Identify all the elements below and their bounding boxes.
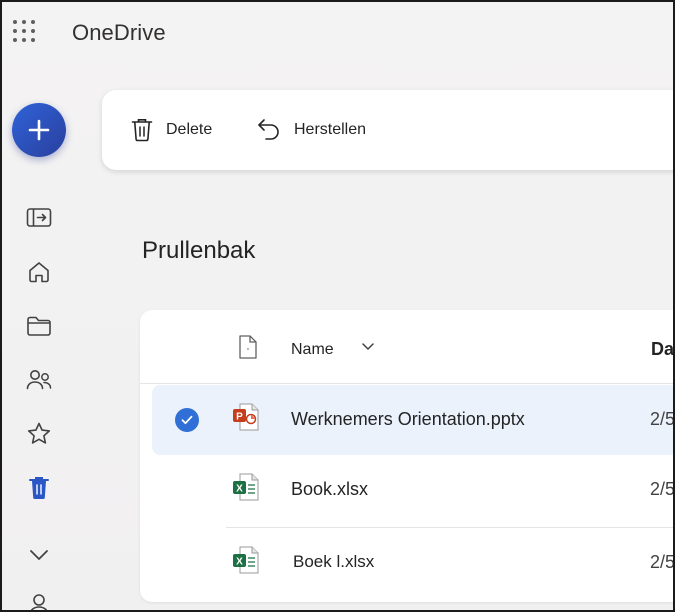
command-bar: Delete Herstellen bbox=[102, 90, 673, 170]
powerpoint-icon: P bbox=[232, 402, 260, 432]
chevron-down-icon[interactable] bbox=[24, 540, 54, 570]
file-name[interactable]: Book.xlsx bbox=[291, 479, 368, 500]
folder-icon[interactable] bbox=[24, 311, 54, 341]
checkmark-icon[interactable] bbox=[175, 408, 199, 432]
app-title[interactable]: OneDrive bbox=[72, 20, 166, 46]
date-column-header[interactable]: Da bbox=[651, 339, 673, 360]
file-name[interactable]: Werknemers Orientation.pptx bbox=[291, 409, 525, 430]
file-date: 2/5 bbox=[650, 552, 673, 572]
page-title: Prullenbak bbox=[142, 237, 256, 264]
favorites-star-icon[interactable] bbox=[24, 419, 54, 449]
trash-icon bbox=[131, 119, 153, 142]
list-header: Name Da bbox=[140, 310, 673, 384]
name-column-header[interactable]: Name bbox=[291, 341, 334, 359]
restore-button[interactable]: Herstellen bbox=[256, 90, 366, 170]
svg-text:P: P bbox=[236, 412, 243, 423]
account-person-icon[interactable] bbox=[24, 590, 54, 610]
delete-button[interactable]: Delete bbox=[130, 90, 212, 170]
delete-label: Delete bbox=[166, 121, 213, 138]
file-list: Name Da P Werknemers Orientation.pptx 2/… bbox=[140, 310, 673, 602]
file-type-column-icon[interactable] bbox=[238, 334, 258, 365]
svg-text:X: X bbox=[236, 557, 243, 568]
svg-text:X: X bbox=[236, 484, 243, 495]
excel-icon: X bbox=[232, 472, 260, 502]
app-window: OneDrive Delete Herstellen Prullenbak Na… bbox=[2, 2, 673, 610]
file-name[interactable]: Boek l.xlsx bbox=[293, 552, 374, 572]
table-row[interactable]: X Boek l.xlsx 2/5 bbox=[152, 528, 673, 598]
table-row[interactable]: X Book.xlsx 2/5 bbox=[152, 455, 673, 525]
plus-icon bbox=[28, 119, 50, 141]
restore-label: Herstellen bbox=[294, 121, 367, 138]
file-date: 2/5 bbox=[650, 479, 673, 499]
file-date: 2/5 bbox=[650, 409, 673, 429]
app-launcher-icon[interactable] bbox=[11, 18, 37, 44]
shared-people-icon[interactable] bbox=[24, 365, 54, 395]
home-icon[interactable] bbox=[24, 257, 54, 287]
sort-chevron-down-icon[interactable] bbox=[361, 340, 375, 358]
table-row[interactable]: P Werknemers Orientation.pptx 2/5 bbox=[152, 385, 673, 455]
excel-icon: X bbox=[232, 545, 260, 575]
recycle-bin-icon[interactable] bbox=[24, 473, 54, 503]
create-new-button[interactable] bbox=[12, 103, 66, 157]
collapse-pane-icon[interactable] bbox=[24, 203, 54, 233]
undo-restore-icon bbox=[258, 119, 279, 140]
